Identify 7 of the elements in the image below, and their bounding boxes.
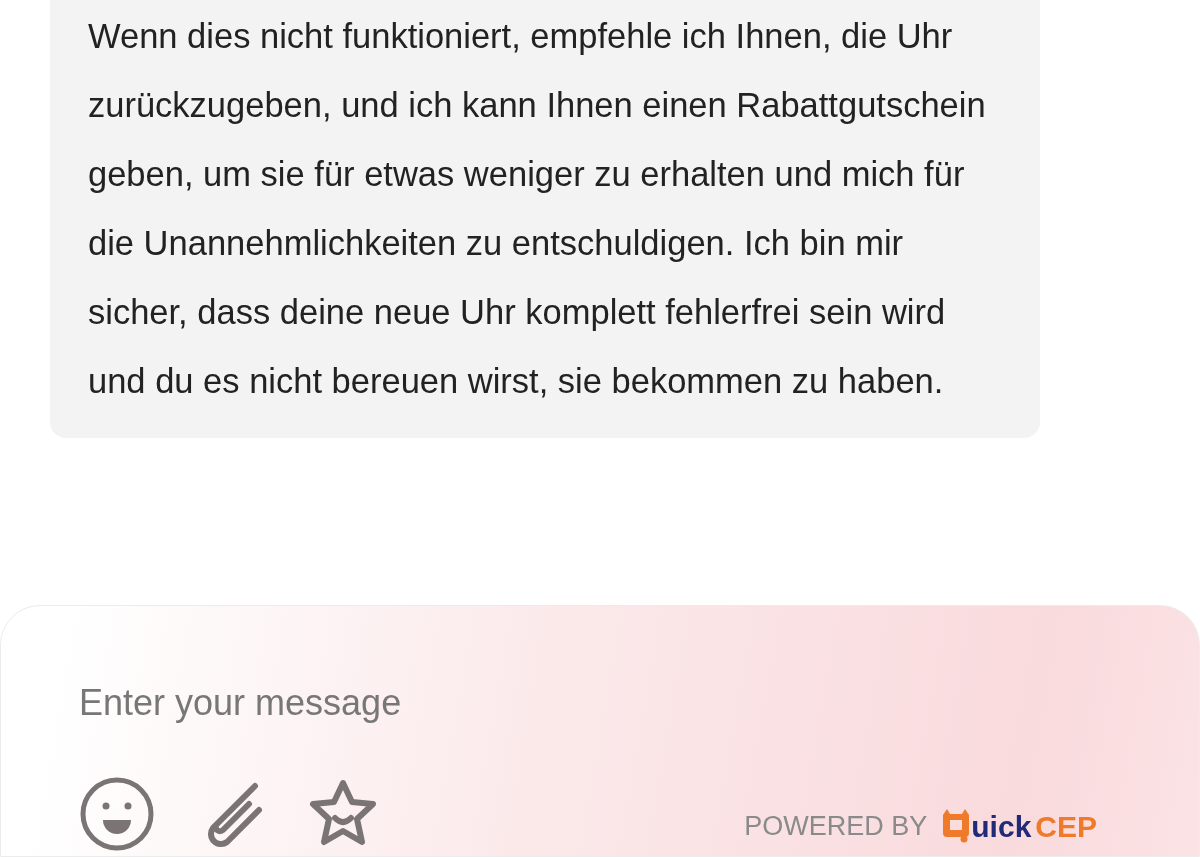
powered-by-label: POWERED BY — [744, 809, 928, 843]
smiley-icon[interactable] — [79, 776, 155, 852]
logo-accent-text: CEP — [1035, 808, 1097, 845]
logo-icon — [941, 809, 972, 843]
message-input[interactable]: Enter your message — [79, 676, 979, 730]
message-text: Wenn dies nicht funktioniert, empfehle ich Ihnen, die Uhr zurückzugeben, und ich kann Ihnen einen Rabattgutschein geben, um sie für etwas weniger zu erhalten und mich für die Unannehmlichkeiten zu entschuldigen. Ich bin mir sicher, dass deine neue Uhr komplett fehlerfrei sein wird und du es nicht bereuen wirst, sie bekommen zu haben. — [88, 16, 987, 402]
logo-text: uick — [971, 808, 1032, 845]
